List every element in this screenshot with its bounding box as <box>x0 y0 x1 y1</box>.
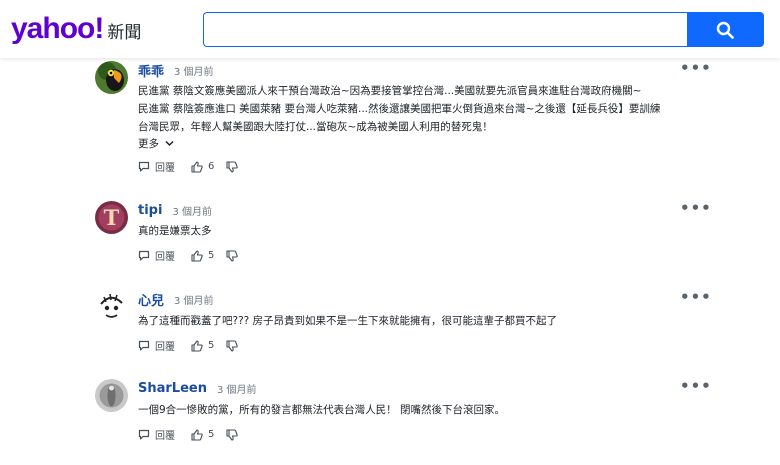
search-input[interactable] <box>203 12 687 47</box>
avatar[interactable] <box>95 379 128 412</box>
more-options-icon[interactable]: ••• <box>680 377 712 395</box>
comment-author[interactable]: tipi <box>138 203 162 218</box>
comment-actions: 回覆 6 <box>138 159 239 174</box>
comment-meta: 乖乖 3 個月前 <box>138 61 214 80</box>
comment-body: 一個9合一慘敗的黨，所有的發言都無法代表台灣人民！ 閉嘴然後下台滾回家。 <box>138 401 505 419</box>
reply-icon <box>138 161 150 172</box>
comment-author[interactable]: 乖乖 <box>138 61 164 80</box>
comment-line: 民進黨 蔡陰簽應進口 美國萊豬 要台灣人吃萊豬...然後還讓美國把軍火倒貨過來台… <box>138 103 661 115</box>
comment: 乖乖 3 個月前 ••• 民進黨 蔡陰文簽應美國派人來干預台灣政治~因為要接管掌… <box>95 59 711 179</box>
upvote-count: 5 <box>208 429 215 440</box>
reply-button[interactable]: 回覆 <box>138 248 175 263</box>
comment: 心兒 3 個月前 ••• 為了這種而戳蓋了吧??? 房子昂貴到如果不是一生下來就… <box>95 288 711 358</box>
more-options-icon[interactable]: ••• <box>680 59 712 77</box>
search-button[interactable] <box>687 12 764 47</box>
thumbs-up-icon <box>191 249 203 262</box>
upvote-count: 5 <box>208 250 215 261</box>
comment: T tipi 3 個月前 ••• 真的是嫌票太多 回覆 5 <box>95 199 711 269</box>
more-options-icon[interactable]: ••• <box>680 199 712 217</box>
comment-line: 為了這種而戳蓋了吧??? 房子昂貴到如果不是一生下來就能擁有，很可能這輩子都買不… <box>138 315 558 327</box>
comment-time: 3 個月前 <box>216 384 257 396</box>
comment-line: 真的是嫌票太多 <box>138 225 212 237</box>
logo-section-name: 新聞 <box>107 23 142 43</box>
comment: SharLeen 3 個月前 ••• 一個9合一慘敗的黨，所有的發言都無法代表台… <box>95 377 711 447</box>
avatar[interactable]: T <box>95 201 128 234</box>
reply-icon <box>138 340 150 351</box>
reply-icon <box>138 250 150 261</box>
thumbs-down-icon <box>226 339 239 352</box>
comment-time: 3 個月前 <box>174 66 214 78</box>
search-icon <box>716 21 734 39</box>
comment-line: 一個9合一慘敗的黨，所有的發言都無法代表台灣人民！ 閉嘴然後下台滾回家。 <box>138 404 506 416</box>
comment-line: 民進黨 蔡陰文簽應美國派人來干預台灣政治~因為要接管掌控台灣...美國就要先派官… <box>138 85 642 97</box>
comment-body: 為了這種而戳蓋了吧??? 房子昂貴到如果不是一生下來就能擁有，很可能這輩子都買不… <box>138 312 557 330</box>
reply-button[interactable]: 回覆 <box>138 338 175 353</box>
comment-body: 真的是嫌票太多 <box>138 222 212 240</box>
thumbs-up-icon <box>191 428 203 441</box>
upvote-button[interactable]: 5 <box>191 249 215 262</box>
comment-meta: 心兒 3 個月前 <box>138 290 214 309</box>
comment-meta: SharLeen 3 個月前 <box>138 379 257 397</box>
reply-label: 回覆 <box>155 431 175 442</box>
comment-actions: 回覆 5 <box>138 427 239 442</box>
reply-button[interactable]: 回覆 <box>138 427 175 442</box>
comment-actions: 回覆 5 <box>138 248 239 263</box>
downvote-button[interactable] <box>226 428 239 441</box>
comment-actions: 回覆 5 <box>138 338 239 353</box>
avatar[interactable] <box>95 290 128 323</box>
avatar[interactable] <box>95 61 128 94</box>
chevron-down-icon <box>165 140 174 147</box>
reply-label: 回覆 <box>155 342 175 353</box>
comment-body: 民進黨 蔡陰文簽應美國派人來干預台灣政治~因為要接管掌控台灣...美國就要先派官… <box>138 82 660 136</box>
comment-time: 3 個月前 <box>172 206 212 218</box>
upvote-button[interactable]: 6 <box>191 160 215 173</box>
comment-author[interactable]: SharLeen <box>138 381 207 396</box>
comment-author[interactable]: 心兒 <box>138 290 164 309</box>
yahoo-news-logo[interactable]: yahoo! 新聞 <box>11 14 141 48</box>
reply-button[interactable]: 回覆 <box>138 159 175 174</box>
more-options-icon[interactable]: ••• <box>680 288 712 306</box>
comment-line: 台灣民眾，年輕人幫美國跟大陸打仗...當砲灰~成為被美國人利用的替死鬼！ <box>138 121 493 133</box>
upvote-count: 5 <box>208 340 215 351</box>
svg-text:T: T <box>104 205 120 230</box>
reply-label: 回覆 <box>155 252 175 263</box>
thumbs-down-icon <box>226 428 239 441</box>
upvote-button[interactable]: 5 <box>191 428 215 441</box>
upvote-count: 6 <box>208 161 215 172</box>
reply-label: 回覆 <box>155 163 175 174</box>
downvote-button[interactable] <box>226 249 239 262</box>
header: yahoo! 新聞 <box>0 0 780 58</box>
logo-wordmark: yahoo! <box>11 12 104 45</box>
thumbs-down-icon <box>226 160 239 173</box>
reply-icon <box>138 429 150 440</box>
show-more-button[interactable]: 更多 <box>138 136 174 151</box>
comment-meta: tipi 3 個月前 <box>138 201 212 219</box>
thumbs-up-icon <box>191 339 203 352</box>
thumbs-down-icon <box>226 249 239 262</box>
comment-time: 3 個月前 <box>174 295 214 307</box>
downvote-button[interactable] <box>226 339 239 352</box>
thumbs-up-icon <box>191 160 203 173</box>
downvote-button[interactable] <box>226 160 239 173</box>
show-more-label: 更多 <box>138 138 159 150</box>
upvote-button[interactable]: 5 <box>191 339 215 352</box>
